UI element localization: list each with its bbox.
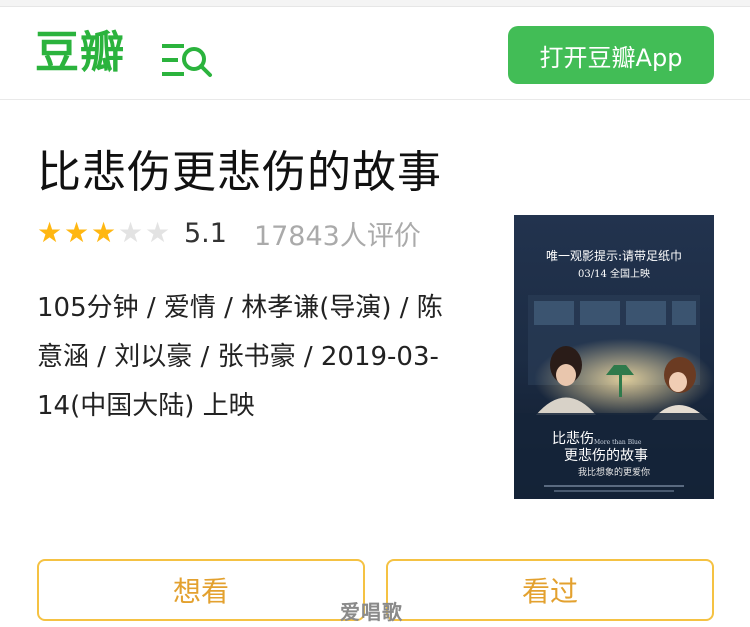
- menu-search-icon[interactable]: [160, 42, 214, 78]
- want-to-watch-button[interactable]: 想看: [37, 559, 365, 621]
- star-icon: ★: [37, 216, 63, 249]
- movie-poster[interactable]: 唯一观影提示:请带足纸巾 03/14 全国上映 比悲伤 More than Bl…: [514, 215, 714, 499]
- poster-tagline: 唯一观影提示:请带足纸巾: [546, 248, 682, 263]
- rating-stars: ★ ★ ★ ★ ★: [37, 219, 172, 247]
- star-icon: ★: [145, 216, 171, 249]
- poster-title-line1: 比悲伤: [552, 430, 594, 447]
- rating-score: 5.1: [184, 217, 227, 249]
- poster-english-title: More than Blue: [594, 439, 642, 446]
- poster-subtitle: 我比想象的更爱你: [578, 466, 650, 478]
- watched-button[interactable]: 看过: [386, 559, 714, 621]
- movie-meta: 105分钟 / 爱情 / 林孝谦(导演) / 陈 意涵 / 刘以豪 / 张书豪 …: [37, 284, 469, 431]
- star-icon: ★: [118, 216, 144, 249]
- poster-title-line2: 更悲伤的故事: [564, 447, 648, 464]
- meta-line: 105分钟 / 爱情 / 林孝谦(导演) / 陈: [37, 293, 443, 323]
- star-icon: ★: [64, 216, 90, 249]
- douban-logo[interactable]: 豆瓣: [35, 27, 125, 79]
- star-icon: ★: [91, 216, 117, 249]
- status-bar-strip: [0, 0, 750, 7]
- rating-count: 17843人评价: [253, 220, 421, 252]
- meta-line: 意涵 / 刘以豪 / 张书豪 / 2019-03-: [37, 342, 439, 372]
- watermark-text: 爱唱歌: [340, 600, 403, 624]
- meta-line: 14(中国大陆) 上映: [37, 391, 255, 421]
- top-nav-bar: 豆瓣 打开豆瓣App: [0, 7, 750, 100]
- open-app-button[interactable]: 打开豆瓣App: [508, 26, 714, 84]
- rating-row: ★ ★ ★ ★ ★ 5.1 17843人评价: [37, 215, 421, 252]
- movie-title: 比悲伤更悲伤的故事: [37, 147, 442, 198]
- poster-release: 03/14 全国上映: [578, 267, 650, 280]
